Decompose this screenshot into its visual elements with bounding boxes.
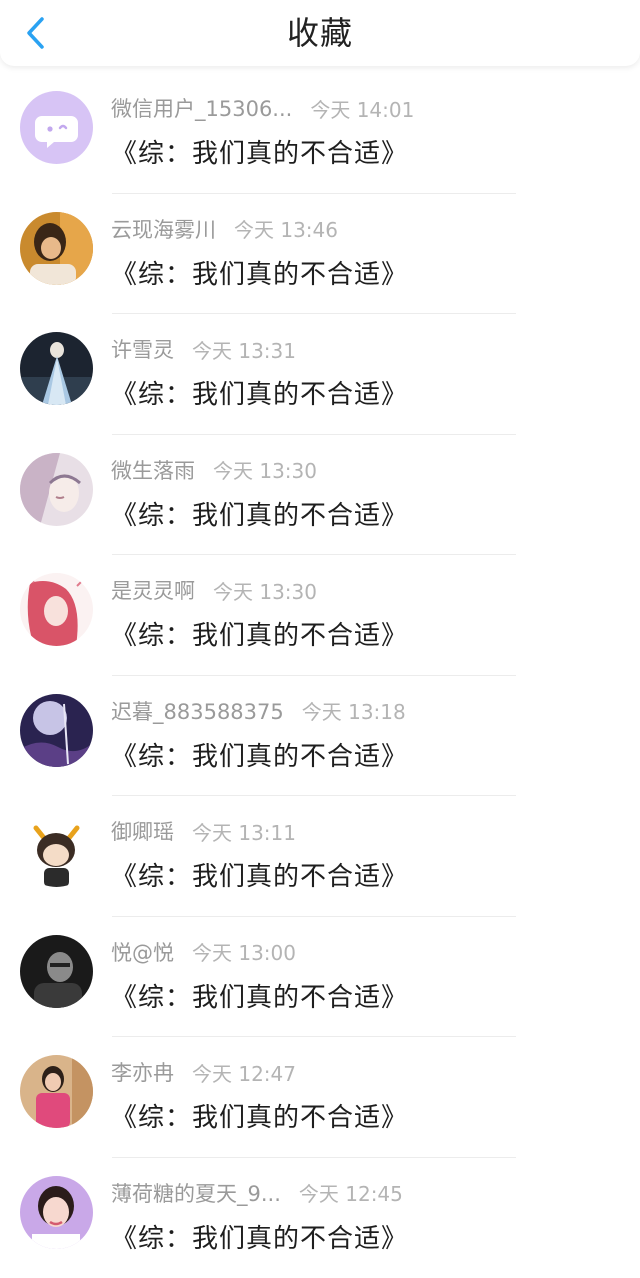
timestamp: 今天 13:46: [234, 214, 338, 243]
favorite-message[interactable]: 《综：我们真的不合适》: [111, 374, 408, 411]
item-meta: 微生落雨 今天 13:30: [111, 455, 317, 485]
favorites-list: 微信用户_15306... 今天 14:01 《综：我们真的不合适》 云现海雾川…: [0, 73, 640, 1278]
list-item[interactable]: 是灵灵啊 今天 13:30 《综：我们真的不合适》: [0, 555, 640, 676]
list-item[interactable]: 悦@悦 今天 13:00 《综：我们真的不合适》: [0, 917, 640, 1038]
avatar[interactable]: [20, 1055, 93, 1128]
item-meta: 是灵灵啊 今天 13:30: [111, 575, 317, 605]
timestamp: 今天 12:47: [192, 1058, 296, 1087]
list-item[interactable]: 薄荷糖的夏天_9... 今天 12:45 《综：我们真的不合适》: [0, 1158, 640, 1278]
favorite-message[interactable]: 《综：我们真的不合适》: [111, 495, 408, 532]
timestamp: 今天 13:18: [302, 696, 406, 725]
item-meta: 御卿瑶 今天 13:11: [111, 816, 296, 846]
username[interactable]: 许雪灵: [111, 334, 174, 364]
item-meta: 许雪灵 今天 13:31: [111, 334, 296, 364]
item-meta: 薄荷糖的夏天_9... 今天 12:45: [111, 1178, 403, 1208]
item-meta: 李亦冉 今天 12:47: [111, 1057, 296, 1087]
favorite-message[interactable]: 《综：我们真的不合适》: [111, 615, 408, 652]
page-title: 收藏: [0, 0, 640, 66]
avatar[interactable]: [20, 453, 93, 526]
avatar[interactable]: [20, 1176, 93, 1249]
avatar[interactable]: [20, 332, 93, 405]
item-meta: 迟暮_883588375 今天 13:18: [111, 696, 406, 726]
list-item[interactable]: 御卿瑶 今天 13:11 《综：我们真的不合适》: [0, 796, 640, 917]
item-meta: 微信用户_15306... 今天 14:01: [111, 93, 414, 123]
avatar[interactable]: [20, 212, 93, 285]
timestamp: 今天 12:45: [299, 1178, 403, 1207]
item-meta: 悦@悦 今天 13:00: [111, 937, 296, 967]
timestamp: 今天 14:01: [310, 94, 414, 123]
list-item[interactable]: 微生落雨 今天 13:30 《综：我们真的不合适》: [0, 435, 640, 556]
list-item[interactable]: 许雪灵 今天 13:31 《综：我们真的不合适》: [0, 314, 640, 435]
favorite-message[interactable]: 《综：我们真的不合适》: [111, 977, 408, 1014]
favorite-message[interactable]: 《综：我们真的不合适》: [111, 133, 408, 170]
favorite-message[interactable]: 《综：我们真的不合适》: [111, 1218, 408, 1255]
favorite-message[interactable]: 《综：我们真的不合适》: [111, 856, 408, 893]
list-item[interactable]: 微信用户_15306... 今天 14:01 《综：我们真的不合适》: [0, 73, 640, 194]
avatar[interactable]: [20, 694, 93, 767]
timestamp: 今天 13:30: [213, 455, 317, 484]
username[interactable]: 微生落雨: [111, 455, 195, 485]
favorite-message[interactable]: 《综：我们真的不合适》: [111, 1097, 408, 1134]
timestamp: 今天 13:30: [213, 576, 317, 605]
username[interactable]: 薄荷糖的夏天_9...: [111, 1178, 281, 1208]
username[interactable]: 微信用户_15306...: [111, 93, 292, 123]
username[interactable]: 云现海雾川: [111, 214, 216, 244]
username[interactable]: 迟暮_883588375: [111, 696, 284, 726]
timestamp: 今天 13:00: [192, 937, 296, 966]
username[interactable]: 御卿瑶: [111, 816, 174, 846]
list-item[interactable]: 李亦冉 今天 12:47 《综：我们真的不合适》: [0, 1037, 640, 1158]
username[interactable]: 李亦冉: [111, 1057, 174, 1087]
timestamp: 今天 13:11: [192, 817, 296, 846]
list-item[interactable]: 迟暮_883588375 今天 13:18 《综：我们真的不合适》: [0, 676, 640, 797]
item-meta: 云现海雾川 今天 13:46: [111, 214, 338, 244]
avatar[interactable]: [20, 814, 93, 887]
avatar[interactable]: [20, 935, 93, 1008]
avatar[interactable]: [20, 91, 93, 164]
top-bar: 收藏: [0, 0, 640, 66]
favorite-message[interactable]: 《综：我们真的不合适》: [111, 254, 408, 291]
timestamp: 今天 13:31: [192, 335, 296, 364]
username[interactable]: 悦@悦: [111, 937, 174, 967]
favorite-message[interactable]: 《综：我们真的不合适》: [111, 736, 408, 773]
avatar[interactable]: [20, 573, 93, 646]
username[interactable]: 是灵灵啊: [111, 575, 195, 605]
list-item[interactable]: 云现海雾川 今天 13:46 《综：我们真的不合适》: [0, 194, 640, 315]
